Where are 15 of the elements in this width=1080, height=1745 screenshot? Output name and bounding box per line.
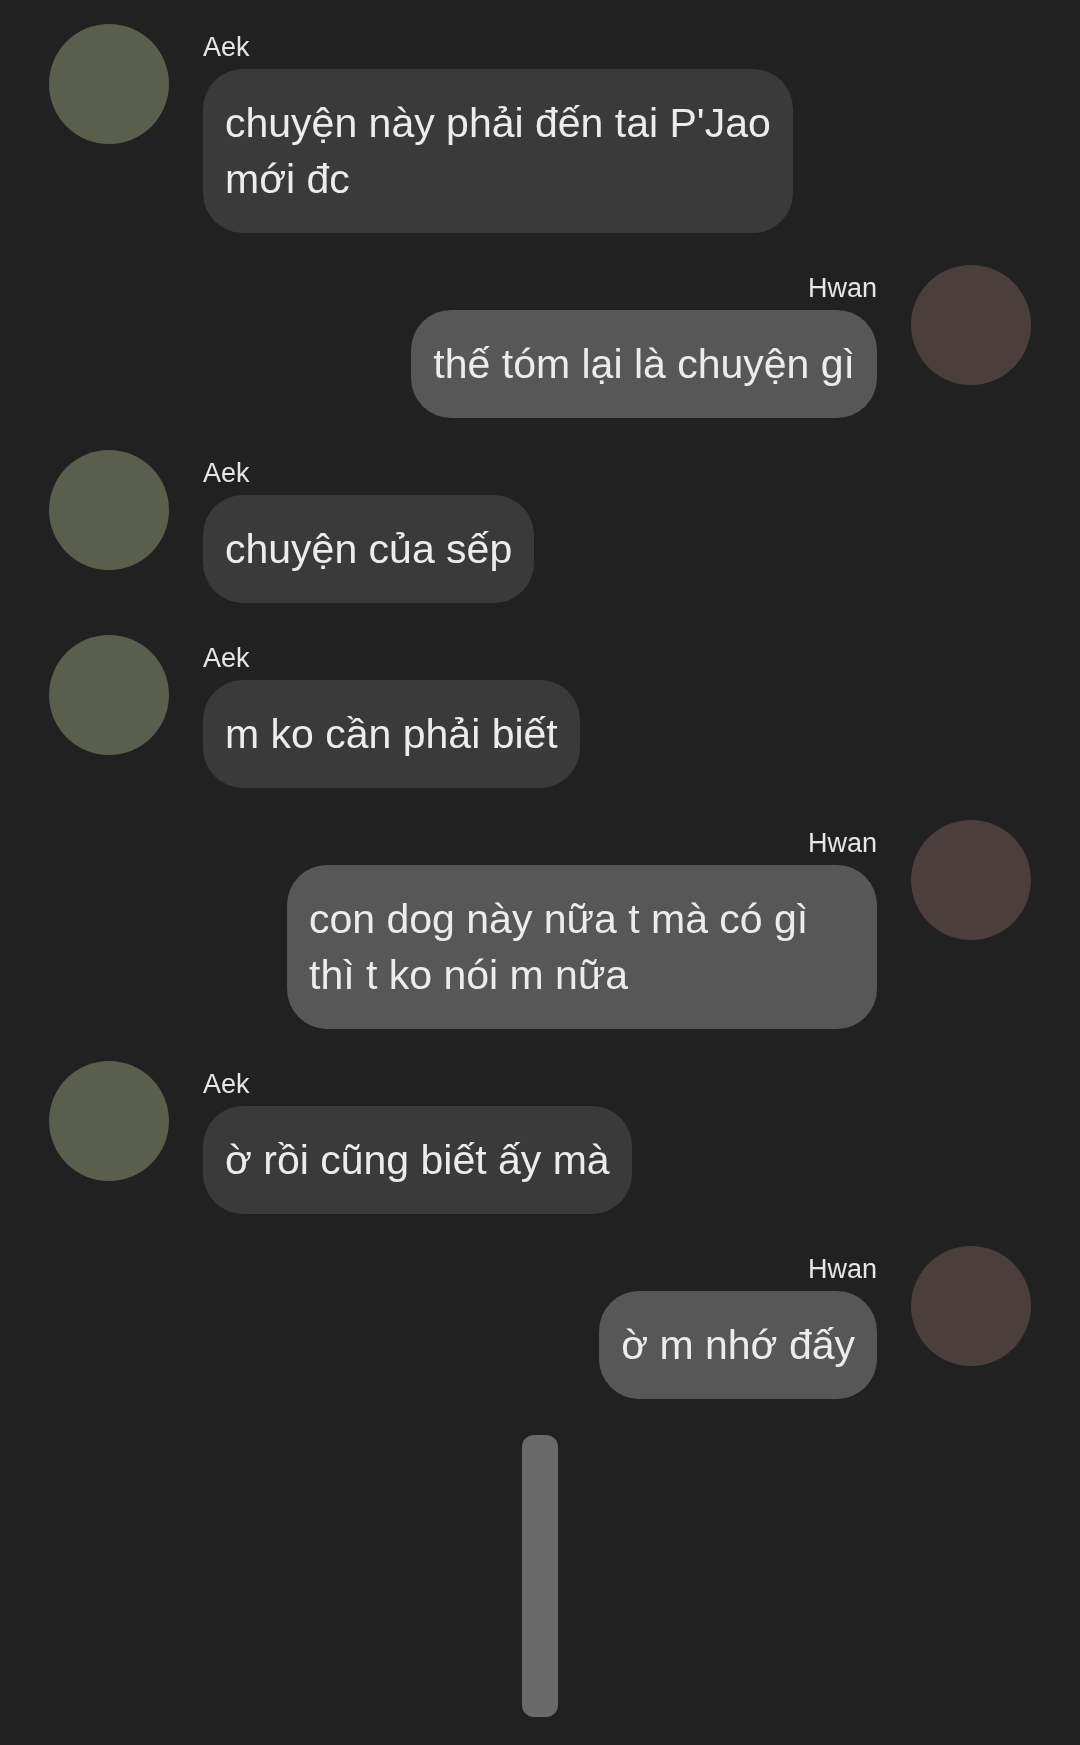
message-bubble: chuyện của sếp	[203, 495, 535, 603]
sender-name: Hwan	[807, 1253, 877, 1286]
sender-name: Hwan	[807, 827, 877, 860]
message-bubble: chuyện này phải đến tai P'Jao mới đc	[203, 69, 793, 233]
message-bubble: ờ rồi cũng biết ấy mà	[203, 1106, 632, 1214]
message-bubble: m ko cần phải biết	[203, 680, 580, 788]
sender-name: Hwan	[807, 272, 877, 305]
message-bubble: con dog này nữa t mà có gì thì t ko nói m nữa	[287, 865, 877, 1029]
message-bubble: thế tóm lại là chuyện gì	[411, 310, 877, 418]
message-bubble: ờ m nhớ đấy	[599, 1291, 877, 1399]
sender-name: Aek	[203, 642, 250, 675]
sender-name: Aek	[203, 31, 250, 64]
sender-name: Aek	[203, 457, 250, 490]
sender-name: Aek	[203, 1068, 250, 1101]
scroll-handle[interactable]	[522, 1435, 558, 1717]
